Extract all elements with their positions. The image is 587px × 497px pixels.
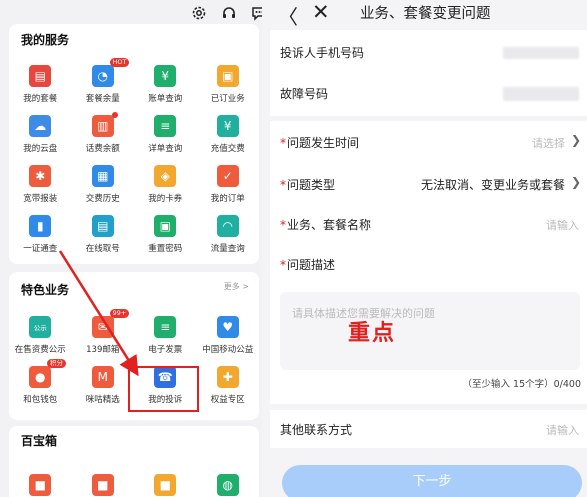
problem-desc-textarea[interactable]: 请具体描述您需要解决的问题 重点 — [280, 292, 580, 370]
page-title: 业务、套餐变更问题 — [360, 6, 491, 22]
other-contact-label: 其他联系方式 — [280, 423, 353, 437]
other-contact-placeholder: 请输入 — [546, 424, 579, 437]
annotation-arrow — [58, 250, 139, 377]
problem-desc-text: 问题描述 — [287, 258, 336, 272]
app-home-panel: 我的服务 ▤ 我的套餐 ◔ HOT 套餐余量 ¥ 账单查询 ▣ 已订业务 ☁ 我的云盘 ▥ 话费余额 ≡ 详… — [0, 0, 262, 497]
problem-time-placeholder: 请选择 — [532, 137, 565, 150]
complaint-form-panel: 〈 ✕ 业务、套餐变更问题 投诉人手机号码 故障号码 *问题发生时间 请选择 ❯… — [262, 0, 587, 497]
chevron-right-icon: ❯ — [570, 133, 581, 147]
required-star: * — [280, 258, 286, 272]
close-icon[interactable]: ✕ — [312, 0, 330, 24]
emphasis-annotation: 重点 — [348, 321, 397, 346]
business-name-placeholder: 请输入 — [546, 219, 579, 232]
problem-time-picker[interactable]: 请选择 ❯ — [270, 121, 587, 161]
next-step-button[interactable]: 下一步 — [282, 465, 582, 497]
back-icon[interactable]: 〈 — [278, 1, 298, 30]
fault-number-label: 故障号码 — [280, 87, 329, 101]
phone-value-redacted — [503, 47, 579, 59]
nav-bar: 〈 ✕ 业务、套餐变更问题 — [262, 0, 587, 29]
problem-type-select[interactable]: 无法取消、变更业务或套餐 ❯ — [270, 163, 587, 203]
contact-info-group: 投诉人手机号码 故障号码 — [270, 30, 587, 116]
problem-desc-label: *问题描述 — [280, 256, 335, 273]
chevron-right-icon: ❯ — [570, 175, 581, 189]
char-counter: （至少输入 15个字）0/400 — [462, 379, 582, 390]
problem-type-value: 无法取消、变更业务或套餐 — [420, 178, 565, 192]
fault-number-redacted — [503, 87, 579, 101]
other-contact-row[interactable]: 其他联系方式 请输入 — [270, 410, 587, 448]
business-name-input[interactable]: 请输入 — [270, 205, 587, 243]
phone-label: 投诉人手机号码 — [280, 46, 365, 60]
